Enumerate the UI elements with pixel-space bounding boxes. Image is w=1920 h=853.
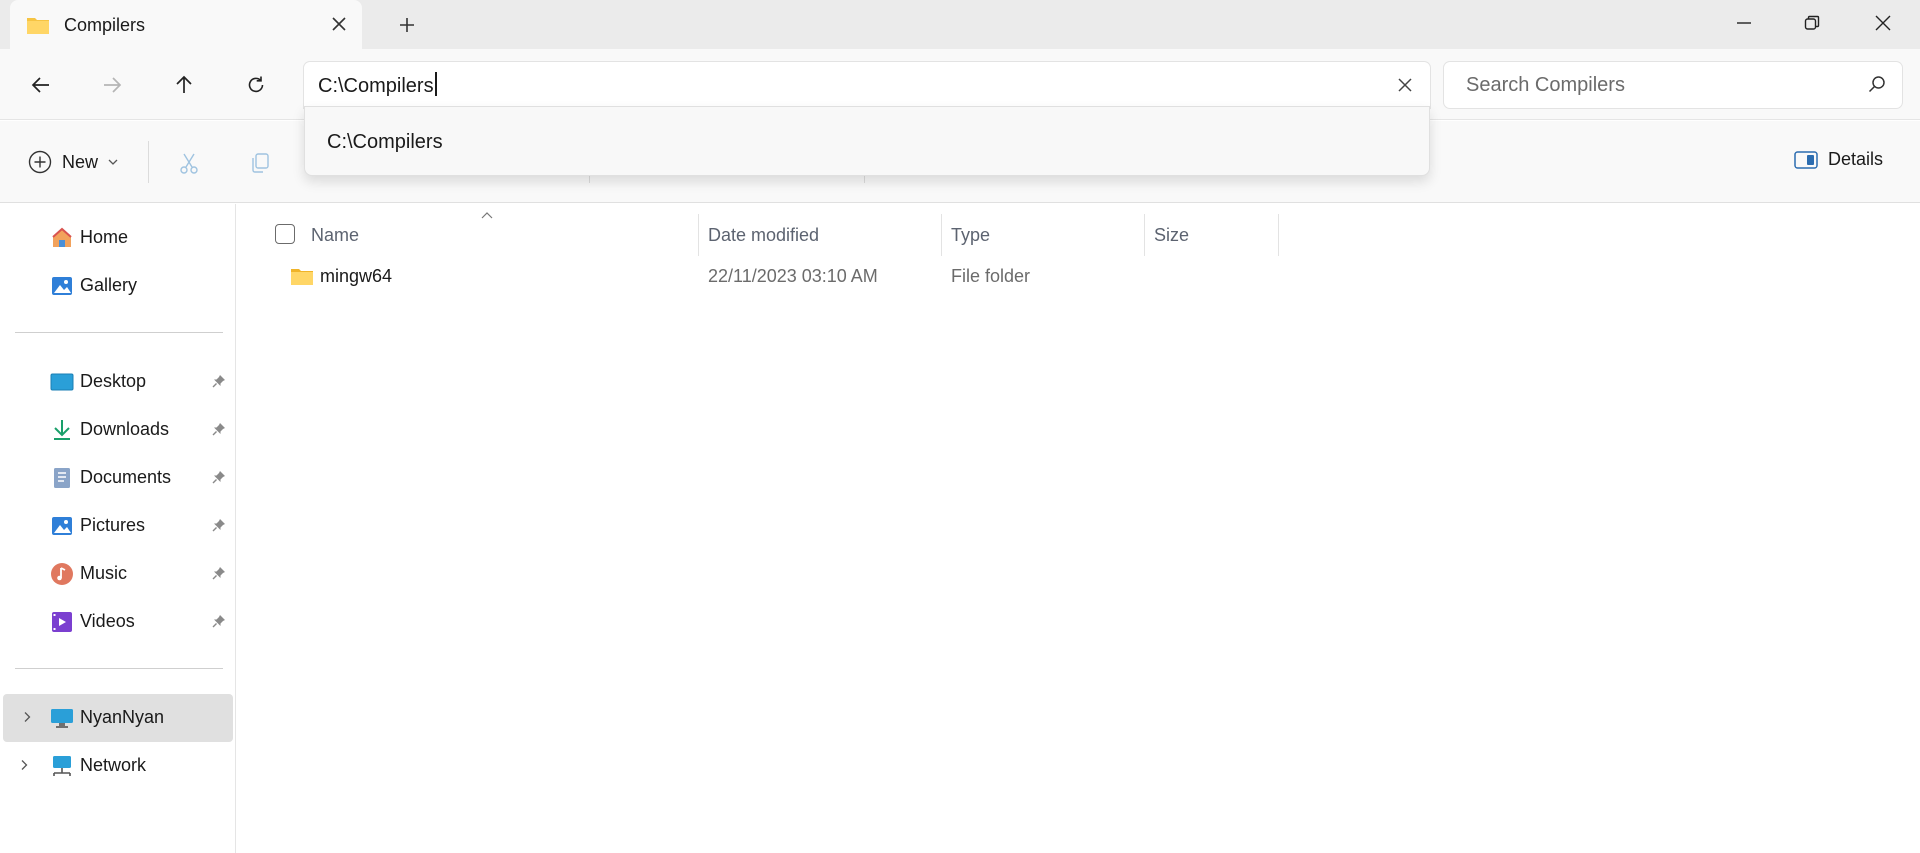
column-divider[interactable] [698, 214, 699, 256]
minimize-icon[interactable] [1724, 8, 1764, 38]
search-input[interactable]: Search Compilers [1466, 74, 1625, 97]
sidebar-item-pictures[interactable]: Pictures [0, 502, 236, 550]
music-icon [50, 562, 74, 586]
text-caret [434, 72, 437, 96]
sidebar-item-label: Gallery [80, 275, 138, 295]
details-pane-icon [1794, 150, 1818, 169]
sidebar-item-label: Music [80, 563, 128, 583]
column-header-name[interactable]: Name [311, 214, 359, 256]
tab-compilers[interactable]: Compilers [10, 0, 362, 49]
clear-address-icon[interactable] [1394, 74, 1416, 96]
cut-icon[interactable] [175, 149, 203, 177]
downloads-icon [50, 418, 74, 442]
new-tab-icon[interactable] [394, 12, 420, 38]
column-divider[interactable] [941, 214, 942, 256]
forward-icon[interactable] [92, 65, 132, 105]
tab-title: Compilers [64, 15, 146, 35]
sidebar-item-desktop[interactable]: Desktop [0, 358, 236, 406]
file-date-modified: 22/11/2023 03:10 AM [708, 266, 878, 286]
sidebar-item-downloads[interactable]: Downloads [0, 406, 236, 454]
table-row[interactable]: mingw64 22/11/2023 03:10 AM File folder [237, 256, 1920, 296]
column-header-size[interactable]: Size [1154, 214, 1189, 256]
sidebar-item-label: Desktop [80, 371, 147, 391]
details-button[interactable]: Details [1794, 149, 1883, 170]
toolbar-divider [148, 141, 149, 183]
gallery-icon [50, 274, 74, 298]
sidebar-item-network[interactable]: Network [0, 742, 236, 790]
desktop-icon [50, 370, 74, 394]
restore-icon[interactable] [1792, 8, 1832, 38]
folder-icon [26, 15, 50, 40]
refresh-icon[interactable] [236, 65, 276, 105]
documents-icon [50, 466, 74, 490]
pin-icon[interactable] [212, 566, 226, 585]
navigation-pane: Home Gallery Desktop Downloads Documents [0, 204, 236, 853]
home-icon [50, 226, 74, 250]
suggestion-item[interactable]: C:\Compilers [327, 131, 443, 154]
column-divider[interactable] [1278, 214, 1279, 256]
pin-icon[interactable] [212, 422, 226, 441]
address-suggestions: C:\Compilers [304, 106, 1430, 176]
sidebar-item-gallery[interactable]: Gallery [0, 262, 236, 310]
chevron-right-icon[interactable] [21, 710, 33, 728]
pin-icon[interactable] [212, 374, 226, 393]
back-icon[interactable] [21, 65, 61, 105]
up-icon[interactable] [164, 65, 204, 105]
column-divider[interactable] [1144, 214, 1145, 256]
close-tab-icon[interactable] [328, 13, 350, 35]
select-all-checkbox[interactable] [275, 224, 295, 244]
sidebar-item-label: Pictures [80, 515, 146, 535]
sidebar-item-label: NyanNyan [80, 707, 165, 727]
sidebar-item-music[interactable]: Music [0, 550, 236, 598]
sidebar-divider [15, 332, 223, 333]
chevron-right-icon[interactable] [18, 758, 30, 776]
pin-icon[interactable] [212, 614, 226, 633]
search-box[interactable]: Search Compilers [1444, 62, 1902, 108]
videos-icon [50, 610, 74, 634]
pin-icon[interactable] [212, 518, 226, 537]
sidebar-item-documents[interactable]: Documents [0, 454, 236, 502]
file-name: mingw64 [320, 266, 393, 286]
column-header-date-modified[interactable]: Date modified [708, 214, 819, 256]
new-button-label: New [62, 151, 99, 172]
sidebar-item-nyannyan[interactable]: NyanNyan [3, 694, 233, 742]
address-input[interactable]: C:\Compilers [318, 72, 437, 98]
column-header-type[interactable]: Type [951, 214, 990, 256]
sort-ascending-icon [481, 206, 493, 224]
file-list: Name Date modified Type Size mingw64 22/… [237, 204, 1920, 853]
add-icon [28, 150, 52, 174]
sidebar-item-home[interactable]: Home [0, 214, 236, 262]
sidebar-item-label: Videos [80, 611, 135, 631]
copy-icon[interactable] [246, 149, 274, 177]
network-icon [50, 754, 74, 778]
sidebar-item-label: Network [80, 755, 147, 775]
address-bar[interactable]: C:\Compilers [304, 62, 1430, 108]
folder-icon [290, 267, 314, 292]
computer-icon [50, 706, 74, 730]
pin-icon[interactable] [212, 470, 226, 489]
chevron-down-icon [108, 159, 118, 165]
file-type: File folder [951, 266, 1031, 286]
title-bar: Compilers [0, 0, 1920, 49]
details-button-label: Details [1827, 149, 1883, 169]
pictures-icon [50, 514, 74, 538]
sidebar-item-label: Documents [80, 467, 172, 487]
sidebar-item-videos[interactable]: Videos [0, 598, 236, 646]
sidebar-divider [15, 668, 223, 669]
sidebar-item-label: Downloads [80, 419, 170, 439]
new-button[interactable]: New [28, 147, 118, 177]
close-window-icon[interactable] [1863, 8, 1903, 38]
search-icon[interactable] [1868, 75, 1886, 98]
sidebar-item-label: Home [80, 227, 129, 247]
